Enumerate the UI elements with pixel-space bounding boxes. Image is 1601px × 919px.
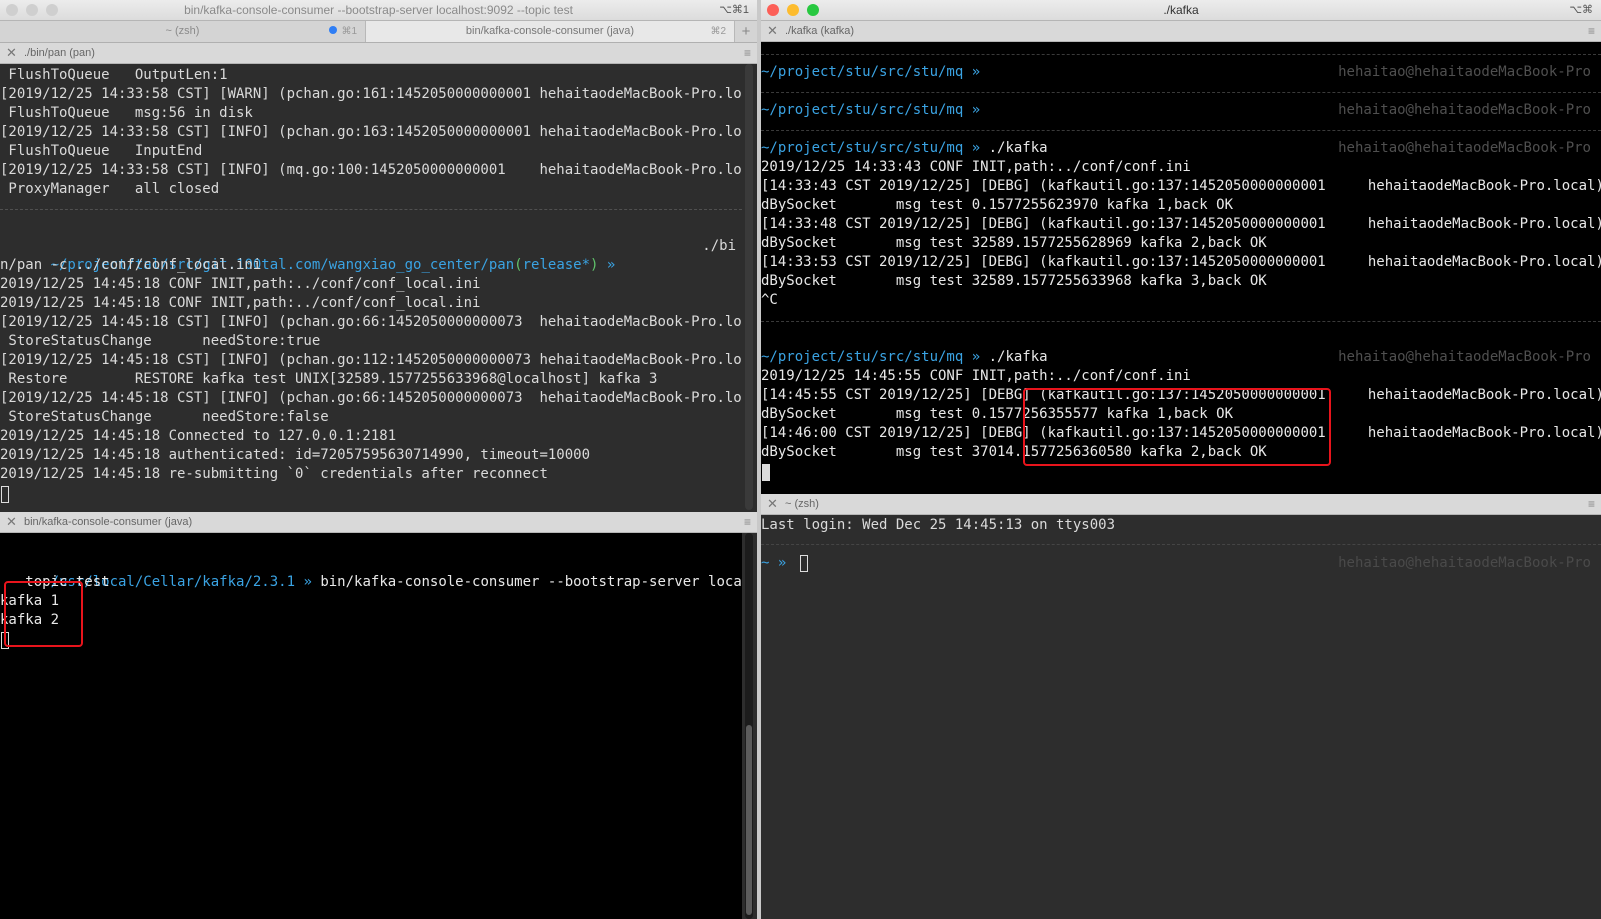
log-line: dBySocket msg test 0.1577255623970 kafka… (761, 197, 1234, 213)
log-line: 2019/12/25 14:45:18 CONF INIT,path:../co… (0, 276, 481, 292)
pane-menu-icon[interactable]: ≡ (744, 512, 751, 532)
git-branch: release* (522, 257, 591, 273)
right-window-titlebar[interactable]: ./kafka ⌥⌘ (761, 0, 1601, 21)
close-pane-icon[interactable]: ✕ (767, 494, 778, 514)
log-line: FlushToQueue msg:56 in disk (0, 105, 253, 121)
right-prompt-host: hehaitao@hehaitaodeMacBook-Pro (1338, 349, 1591, 365)
terminal-cursor (762, 464, 770, 481)
kafka-producer-pane[interactable]: ~/project/stu/src/stu/mq » hehaitao@heha… (761, 42, 1601, 494)
prompt-separator (0, 209, 742, 210)
prompt-separator (761, 544, 1601, 545)
prompt-command: ./bi (702, 238, 736, 254)
tab-kafka-consumer[interactable]: bin/kafka-console-consumer (java) ⌘2 (366, 21, 735, 42)
tab-bar: ~ (zsh) ⌘1 bin/kafka-console-consumer (j… (0, 21, 757, 43)
activity-dot-icon (329, 26, 338, 34)
window-shortcut: ⌥⌘ (1569, 4, 1593, 16)
pane-header-zsh[interactable]: ✕ ~ (zsh) ≡ (761, 494, 1601, 515)
window-title: ./kafka (1163, 3, 1199, 17)
shell-prompt: /usr/local/Cellar/kafka/2.3.1 » bin/kafk… (0, 554, 742, 590)
log-line: 2019/12/25 14:45:18 CONF INIT,path:../co… (0, 295, 481, 311)
pane-header-kafka[interactable]: ✕ ./kafka (kafka) ≡ (761, 21, 1601, 42)
log-line: [2019/12/25 14:33:58 CST] [INFO] (mq.go:… (0, 162, 742, 178)
log-line: FlushToQueue InputEnd (0, 143, 203, 159)
log-line: 2019/12/25 14:45:18 Connected to 127.0.0… (0, 428, 397, 444)
log-line: StoreStatusChange needStore:false (0, 409, 329, 425)
zsh-pane[interactable]: Last login: Wed Dec 25 14:45:13 on ttys0… (761, 515, 1601, 919)
log-line: n/pan -c ../conf/conf_local.ini (0, 257, 262, 273)
pane-menu-icon[interactable]: ≡ (1588, 494, 1595, 514)
right-prompt-host: hehaitao@hehaitaodeMacBook-Pro (1338, 102, 1591, 118)
pane-scrollbar[interactable] (745, 64, 753, 510)
log-line: [14:33:48 CST 2019/12/25] [DEBG] (kafkau… (761, 216, 1601, 232)
pane-scrollbar-thumb[interactable] (746, 725, 752, 915)
left-window-titlebar[interactable]: bin/kafka-console-consumer --bootstrap-s… (0, 0, 757, 21)
pane-title: bin/kafka-console-consumer (java) (24, 516, 193, 528)
right-prompt-host: hehaitao@hehaitaodeMacBook-Pro (1338, 140, 1591, 156)
log-line: ProxyManager all closed (0, 181, 220, 197)
log-line: 2019/12/25 14:33:43 CONF INIT,path:../co… (761, 159, 1191, 175)
highlight-box (1023, 388, 1331, 466)
prompt-arrow: » (295, 574, 321, 590)
prompt-separator (761, 321, 1601, 322)
last-login-line: Last login: Wed Dec 25 14:45:13 on ttys0… (761, 517, 1116, 533)
log-line: [14:33:43 CST 2019/12/25] [DEBG] (kafkau… (761, 178, 1601, 194)
window-title: bin/kafka-console-consumer --bootstrap-s… (184, 3, 573, 17)
window-shortcut: ⌥⌘1 (719, 4, 749, 16)
log-line: dBySocket msg test 32589.1577255628969 k… (761, 235, 1267, 251)
log-line: StoreStatusChange needStore:true (0, 333, 321, 349)
left-terminal-window: bin/kafka-console-consumer --bootstrap-s… (0, 0, 757, 919)
pane-header-pan[interactable]: ✕ ./bin/pan (pan) ≡ (0, 43, 757, 64)
log-line: [2019/12/25 14:33:58 CST] [WARN] (pchan.… (0, 86, 742, 102)
pane-title: ./kafka (kafka) (785, 25, 855, 37)
close-pane-icon[interactable]: ✕ (6, 43, 17, 63)
shell-prompt: ~/project/tal/src/git.100tal.com/wangxia… (0, 237, 742, 273)
shell-prompt: ~/project/stu/src/stu/mq » (761, 102, 989, 118)
tab-zsh[interactable]: ~ (zsh) ⌘1 (0, 21, 366, 42)
prompt-separator (761, 130, 1601, 131)
shell-prompt: ~/project/stu/src/stu/mq » ./kafka (761, 140, 1048, 156)
terminal-cursor (1, 486, 9, 503)
shell-prompt: ~/project/stu/src/stu/mq » ./kafka (761, 349, 1048, 365)
right-prompt-host: hehaitao@hehaitaodeMacBook-Pro (1338, 64, 1591, 80)
tab-label: bin/kafka-console-consumer (java) (465, 25, 635, 37)
pane-header-kafka-consumer[interactable]: ✕ bin/kafka-console-consumer (java) ≡ (0, 512, 757, 533)
prompt-command: bin/kafka-console-consumer --bootstrap-s… (320, 574, 742, 590)
log-line: FlushToQueue OutputLen:1 (0, 67, 228, 83)
close-pane-icon[interactable]: ✕ (767, 21, 778, 41)
log-line: dBySocket msg test 32589.1577255633968 k… (761, 273, 1267, 289)
prompt-separator (761, 92, 1601, 93)
pane-title: ./bin/pan (pan) (24, 47, 95, 59)
pane-menu-icon[interactable]: ≡ (744, 43, 751, 63)
right-terminal-window: ./kafka ⌥⌘ ✕ ./kafka (kafka) ≡ ~/project… (761, 0, 1601, 919)
pan-output-pane[interactable]: FlushToQueue OutputLen:1 [2019/12/25 14:… (0, 64, 742, 510)
tab-shortcut: ⌘1 (329, 21, 357, 42)
right-prompt-host: hehaitao@hehaitaodeMacBook-Pro (1338, 555, 1591, 571)
log-line: [2019/12/25 14:33:58 CST] [INFO] (pchan.… (0, 124, 742, 140)
highlight-box (4, 581, 83, 647)
log-line: 2019/12/25 14:45:18 authenticated: id=72… (0, 447, 591, 463)
log-line: Restore RESTORE kafka test UNIX[32589.15… (0, 371, 658, 387)
log-line: [14:33:53 CST 2019/12/25] [DEBG] (kafkau… (761, 254, 1601, 270)
git-branch-open: ( (514, 257, 523, 273)
prompt-separator (761, 54, 1601, 55)
consumer-output-pane[interactable]: /usr/local/Cellar/kafka/2.3.1 » bin/kafk… (0, 533, 742, 919)
tab-shortcut: ⌘2 (710, 26, 726, 37)
log-line: 2019/12/25 14:45:55 CONF INIT,path:../co… (761, 368, 1191, 384)
log-line: [2019/12/25 14:45:18 CST] [INFO] (pchan.… (0, 390, 742, 406)
shell-prompt: ~ » (761, 555, 795, 571)
log-line: 2019/12/25 14:45:18 re-submitting `0` cr… (0, 466, 548, 482)
tab-label: ~ (zsh) (165, 25, 200, 37)
terminal-cursor (800, 555, 808, 572)
log-line: [2019/12/25 14:45:18 CST] [INFO] (pchan.… (0, 314, 742, 330)
close-pane-icon[interactable]: ✕ (6, 512, 17, 532)
log-line: [2019/12/25 14:45:18 CST] [INFO] (pchan.… (0, 352, 742, 368)
shell-prompt: ~/project/stu/src/stu/mq » (761, 64, 989, 80)
prompt-arrow: » (598, 257, 624, 273)
pane-title: ~ (zsh) (785, 498, 819, 510)
log-line: ^C (761, 292, 778, 308)
pane-menu-icon[interactable]: ≡ (1588, 21, 1595, 41)
new-tab-button[interactable]: + (735, 21, 757, 42)
